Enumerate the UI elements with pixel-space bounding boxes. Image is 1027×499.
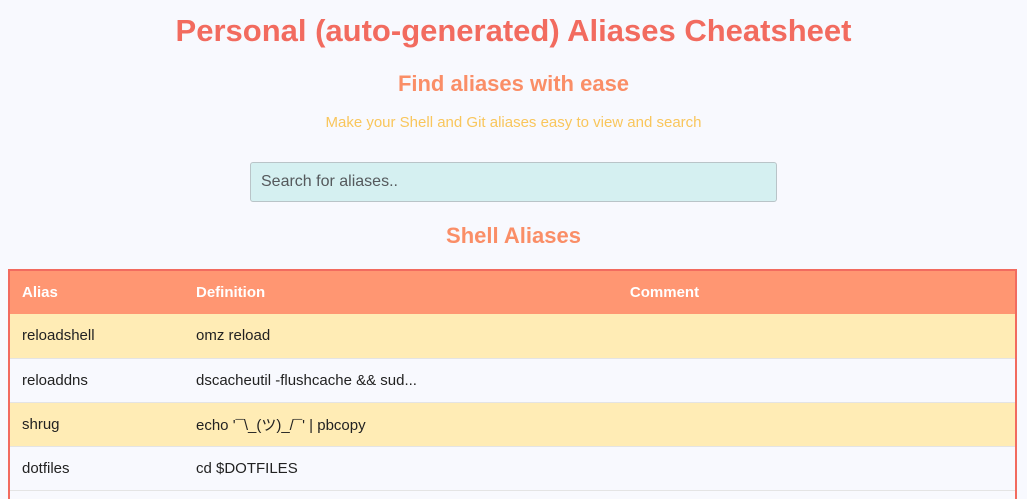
comment-cell xyxy=(454,314,875,358)
column-header-definition[interactable]: Definition xyxy=(184,271,454,314)
comment-cell xyxy=(454,446,875,490)
section-title-shell-aliases: Shell Aliases xyxy=(446,223,581,248)
alias-cell: reloaddns xyxy=(22,371,88,389)
table-row: reloadshell omz reload xyxy=(10,314,1015,358)
comment-cell xyxy=(454,402,875,446)
definition-cell: echo '¯\_(ツ)_/¯' | pbcopy xyxy=(196,416,366,434)
alias-cell: shrug xyxy=(22,415,60,433)
page-tagline: Make your Shell and Git aliases easy to … xyxy=(325,114,702,131)
page-title: Personal (auto-generated) Aliases Cheats… xyxy=(175,13,852,48)
comment-cell xyxy=(454,358,875,402)
table-header-row: Alias Definition Comment xyxy=(10,271,1015,314)
table-row: reloaddns dscacheutil -flushcache && sud… xyxy=(10,358,1015,402)
definition-cell: omz reload xyxy=(196,327,271,345)
page-subtitle: Find aliases with ease xyxy=(397,71,630,96)
alias-cell: dotfiles xyxy=(22,459,70,477)
definition-cell: cd $DOTFILES xyxy=(196,459,298,477)
definition-cell: dscacheutil -flushcache && sud... xyxy=(196,371,417,389)
column-header-spacer xyxy=(875,271,1015,314)
column-header-comment[interactable]: Comment xyxy=(454,271,875,314)
alias-cell: reloadshell xyxy=(22,327,95,345)
column-header-alias[interactable]: Alias xyxy=(10,271,184,314)
table-row: shrug echo '¯\_(ツ)_/¯' | pbcopy xyxy=(10,402,1015,446)
search-input[interactable] xyxy=(250,162,777,202)
shell-aliases-table: Alias Definition Comment reloadshell omz… xyxy=(8,269,1017,499)
table-row: dotfiles cd $DOTFILES xyxy=(10,446,1015,490)
